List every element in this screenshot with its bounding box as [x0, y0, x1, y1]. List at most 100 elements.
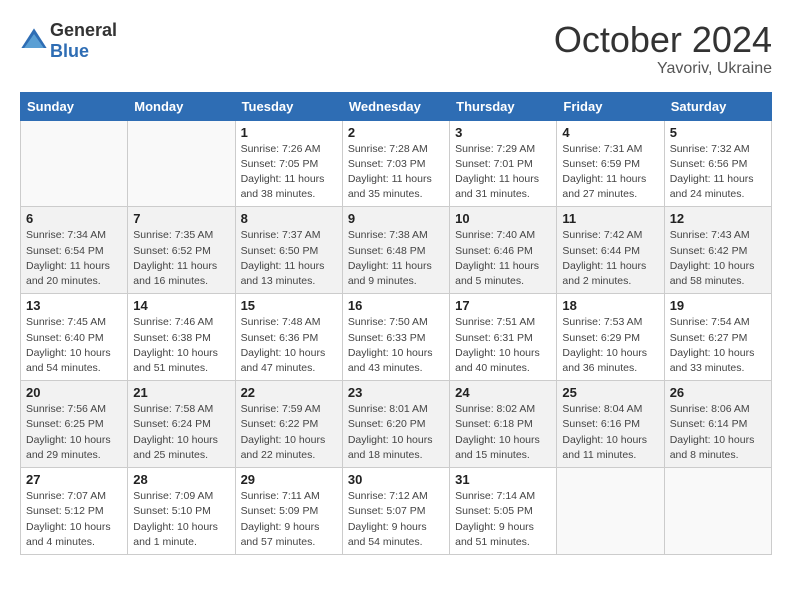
week-row-2: 6 Sunrise: 7:34 AM Sunset: 6:54 PM Daylig…	[21, 207, 772, 294]
day-number: 28	[133, 472, 229, 487]
calendar-cell: 20 Sunrise: 7:56 AM Sunset: 6:25 PM Dayli…	[21, 381, 128, 468]
day-number: 30	[348, 472, 444, 487]
calendar-cell: 15 Sunrise: 7:48 AM Sunset: 6:36 PM Dayli…	[235, 294, 342, 381]
day-number: 7	[133, 211, 229, 226]
day-info: Sunrise: 7:34 AM Sunset: 6:54 PM Dayligh…	[26, 228, 122, 289]
calendar-cell	[128, 120, 235, 207]
day-info: Sunrise: 7:53 AM Sunset: 6:29 PM Dayligh…	[562, 315, 658, 376]
page-header: General Blue October 2024 Yavoriv, Ukrai…	[20, 20, 772, 78]
day-number: 29	[241, 472, 337, 487]
day-number: 23	[348, 385, 444, 400]
day-number: 17	[455, 298, 551, 313]
header-wednesday: Wednesday	[342, 92, 449, 120]
day-number: 21	[133, 385, 229, 400]
day-number: 25	[562, 385, 658, 400]
calendar-cell: 17 Sunrise: 7:51 AM Sunset: 6:31 PM Dayli…	[450, 294, 557, 381]
calendar-cell: 22Sunrise: 7:59 AM Sunset: 6:22 PM Dayli…	[235, 381, 342, 468]
day-number: 1	[241, 125, 337, 140]
calendar-cell: 27Sunrise: 7:07 AM Sunset: 5:12 PM Dayli…	[21, 468, 128, 555]
header-thursday: Thursday	[450, 92, 557, 120]
day-number: 12	[670, 211, 766, 226]
calendar-cell: 5 Sunrise: 7:32 AM Sunset: 6:56 PM Daylig…	[664, 120, 771, 207]
day-info: Sunrise: 7:56 AM Sunset: 6:25 PM Dayligh…	[26, 402, 122, 463]
day-info: Sunrise: 7:54 AM Sunset: 6:27 PM Dayligh…	[670, 315, 766, 376]
logo-general: General	[50, 20, 117, 40]
day-info: Sunrise: 7:14 AM Sunset: 5:05 PM Dayligh…	[455, 489, 551, 550]
day-number: 8	[241, 211, 337, 226]
calendar-cell: 19 Sunrise: 7:54 AM Sunset: 6:27 PM Dayli…	[664, 294, 771, 381]
day-info: Sunrise: 7:37 AM Sunset: 6:50 PM Dayligh…	[241, 228, 337, 289]
calendar-header-row: SundayMondayTuesdayWednesdayThursdayFrid…	[21, 92, 772, 120]
day-number: 4	[562, 125, 658, 140]
calendar-cell: 14Sunrise: 7:46 AM Sunset: 6:38 PM Dayli…	[128, 294, 235, 381]
calendar-cell: 24Sunrise: 8:02 AM Sunset: 6:18 PM Dayli…	[450, 381, 557, 468]
calendar-cell: 28 Sunrise: 7:09 AM Sunset: 5:10 PM Dayli…	[128, 468, 235, 555]
day-info: Sunrise: 7:35 AM Sunset: 6:52 PM Dayligh…	[133, 228, 229, 289]
day-number: 2	[348, 125, 444, 140]
calendar-cell: 18 Sunrise: 7:53 AM Sunset: 6:29 PM Dayli…	[557, 294, 664, 381]
calendar-body: 1Sunrise: 7:26 AM Sunset: 7:05 PM Daylig…	[21, 120, 772, 554]
calendar-cell: 31 Sunrise: 7:14 AM Sunset: 5:05 PM Dayli…	[450, 468, 557, 555]
day-number: 16	[348, 298, 444, 313]
calendar-cell: 2 Sunrise: 7:28 AM Sunset: 7:03 PM Daylig…	[342, 120, 449, 207]
week-row-5: 27Sunrise: 7:07 AM Sunset: 5:12 PM Dayli…	[21, 468, 772, 555]
calendar-cell: 9 Sunrise: 7:38 AM Sunset: 6:48 PM Daylig…	[342, 207, 449, 294]
calendar-cell: 29 Sunrise: 7:11 AM Sunset: 5:09 PM Dayli…	[235, 468, 342, 555]
calendar-cell: 7 Sunrise: 7:35 AM Sunset: 6:52 PM Daylig…	[128, 207, 235, 294]
day-info: Sunrise: 7:43 AM Sunset: 6:42 PM Dayligh…	[670, 228, 766, 289]
week-row-4: 20 Sunrise: 7:56 AM Sunset: 6:25 PM Dayli…	[21, 381, 772, 468]
header-sunday: Sunday	[21, 92, 128, 120]
day-number: 5	[670, 125, 766, 140]
day-info: Sunrise: 7:50 AM Sunset: 6:33 PM Dayligh…	[348, 315, 444, 376]
calendar-cell: 13Sunrise: 7:45 AM Sunset: 6:40 PM Dayli…	[21, 294, 128, 381]
calendar-cell	[664, 468, 771, 555]
week-row-1: 1Sunrise: 7:26 AM Sunset: 7:05 PM Daylig…	[21, 120, 772, 207]
day-info: Sunrise: 7:59 AM Sunset: 6:22 PM Dayligh…	[241, 402, 337, 463]
day-info: Sunrise: 7:11 AM Sunset: 5:09 PM Dayligh…	[241, 489, 337, 550]
day-number: 31	[455, 472, 551, 487]
calendar-cell: 1Sunrise: 7:26 AM Sunset: 7:05 PM Daylig…	[235, 120, 342, 207]
day-number: 15	[241, 298, 337, 313]
day-info: Sunrise: 7:32 AM Sunset: 6:56 PM Dayligh…	[670, 142, 766, 203]
day-info: Sunrise: 8:06 AM Sunset: 6:14 PM Dayligh…	[670, 402, 766, 463]
day-number: 26	[670, 385, 766, 400]
calendar-cell: 6 Sunrise: 7:34 AM Sunset: 6:54 PM Daylig…	[21, 207, 128, 294]
calendar-cell: 8 Sunrise: 7:37 AM Sunset: 6:50 PM Daylig…	[235, 207, 342, 294]
day-number: 19	[670, 298, 766, 313]
calendar-cell: 30 Sunrise: 7:12 AM Sunset: 5:07 PM Dayli…	[342, 468, 449, 555]
day-info: Sunrise: 7:29 AM Sunset: 7:01 PM Dayligh…	[455, 142, 551, 203]
calendar-cell	[21, 120, 128, 207]
day-number: 14	[133, 298, 229, 313]
title-section: October 2024 Yavoriv, Ukraine	[554, 20, 772, 78]
day-info: Sunrise: 7:31 AM Sunset: 6:59 PM Dayligh…	[562, 142, 658, 203]
day-info: Sunrise: 7:51 AM Sunset: 6:31 PM Dayligh…	[455, 315, 551, 376]
day-info: Sunrise: 7:48 AM Sunset: 6:36 PM Dayligh…	[241, 315, 337, 376]
day-number: 18	[562, 298, 658, 313]
day-info: Sunrise: 7:42 AM Sunset: 6:44 PM Dayligh…	[562, 228, 658, 289]
day-number: 24	[455, 385, 551, 400]
day-number: 9	[348, 211, 444, 226]
logo-blue: Blue	[50, 41, 89, 61]
day-info: Sunrise: 7:38 AM Sunset: 6:48 PM Dayligh…	[348, 228, 444, 289]
calendar-cell: 11Sunrise: 7:42 AM Sunset: 6:44 PM Dayli…	[557, 207, 664, 294]
calendar-cell: 21 Sunrise: 7:58 AM Sunset: 6:24 PM Dayli…	[128, 381, 235, 468]
header-friday: Friday	[557, 92, 664, 120]
calendar-cell	[557, 468, 664, 555]
calendar-cell: 3Sunrise: 7:29 AM Sunset: 7:01 PM Daylig…	[450, 120, 557, 207]
calendar-cell: 4 Sunrise: 7:31 AM Sunset: 6:59 PM Daylig…	[557, 120, 664, 207]
calendar-cell: 10Sunrise: 7:40 AM Sunset: 6:46 PM Dayli…	[450, 207, 557, 294]
day-info: Sunrise: 7:09 AM Sunset: 5:10 PM Dayligh…	[133, 489, 229, 550]
calendar-cell: 23Sunrise: 8:01 AM Sunset: 6:20 PM Dayli…	[342, 381, 449, 468]
location-subtitle: Yavoriv, Ukraine	[554, 60, 772, 78]
calendar-cell: 12 Sunrise: 7:43 AM Sunset: 6:42 PM Dayli…	[664, 207, 771, 294]
day-info: Sunrise: 7:12 AM Sunset: 5:07 PM Dayligh…	[348, 489, 444, 550]
day-number: 10	[455, 211, 551, 226]
calendar-cell: 25Sunrise: 8:04 AM Sunset: 6:16 PM Dayli…	[557, 381, 664, 468]
header-tuesday: Tuesday	[235, 92, 342, 120]
day-info: Sunrise: 7:28 AM Sunset: 7:03 PM Dayligh…	[348, 142, 444, 203]
day-number: 20	[26, 385, 122, 400]
calendar-table: SundayMondayTuesdayWednesdayThursdayFrid…	[20, 92, 772, 555]
day-number: 6	[26, 211, 122, 226]
day-info: Sunrise: 7:58 AM Sunset: 6:24 PM Dayligh…	[133, 402, 229, 463]
day-info: Sunrise: 7:07 AM Sunset: 5:12 PM Dayligh…	[26, 489, 122, 550]
